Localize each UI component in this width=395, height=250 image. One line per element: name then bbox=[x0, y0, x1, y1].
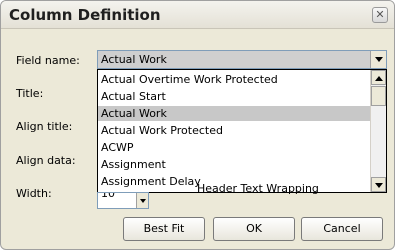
cancel-button[interactable]: Cancel bbox=[301, 217, 383, 241]
close-icon: ✕ bbox=[375, 8, 385, 21]
close-button[interactable]: ✕ bbox=[372, 7, 388, 23]
chevron-down-icon bbox=[374, 57, 383, 62]
align-title-label: Align title: bbox=[16, 120, 73, 133]
title-label: Title: bbox=[16, 87, 44, 100]
chevron-down-icon bbox=[139, 199, 146, 203]
field-name-dropdown-button[interactable] bbox=[370, 51, 386, 68]
dropdown-scrollbar[interactable] bbox=[370, 70, 386, 192]
field-name-combo[interactable]: Actual Work bbox=[97, 50, 387, 69]
scroll-down-button[interactable] bbox=[371, 177, 386, 192]
dialog-title: Column Definition bbox=[9, 6, 161, 24]
list-item[interactable]: Assignment bbox=[98, 157, 370, 172]
align-data-label: Align data: bbox=[16, 154, 76, 167]
width-spinner-button[interactable] bbox=[136, 193, 148, 208]
width-value: 10 bbox=[101, 192, 115, 200]
field-name-dropdown-list[interactable]: Actual Overtime Work Protected Actual St… bbox=[97, 69, 387, 193]
column-definition-dialog: Column Definition ✕ Field name: Title: A… bbox=[0, 0, 395, 250]
list-item[interactable]: ACWP bbox=[98, 140, 370, 155]
best-fit-button[interactable]: Best Fit bbox=[123, 217, 205, 241]
chevron-up-icon bbox=[374, 76, 383, 81]
ok-button[interactable]: OK bbox=[213, 217, 295, 241]
list-item[interactable]: Actual Work Protected bbox=[98, 123, 370, 138]
scroll-thumb[interactable] bbox=[371, 86, 386, 106]
list-item[interactable]: Actual Overtime Work Protected bbox=[98, 72, 370, 87]
scroll-up-button[interactable] bbox=[371, 70, 386, 85]
title-bar: Column Definition ✕ bbox=[1, 1, 394, 29]
header-wrapping-label[interactable]: Header Text Wrapping bbox=[197, 182, 319, 195]
field-name-value: Actual Work bbox=[101, 53, 167, 66]
field-name-label: Field name: bbox=[16, 54, 80, 67]
width-spinner[interactable]: 10 bbox=[97, 192, 149, 209]
chevron-down-icon bbox=[374, 183, 383, 188]
list-item-selected[interactable]: Actual Work bbox=[98, 106, 370, 121]
list-item[interactable]: Actual Start bbox=[98, 89, 370, 104]
width-label: Width: bbox=[16, 187, 52, 200]
